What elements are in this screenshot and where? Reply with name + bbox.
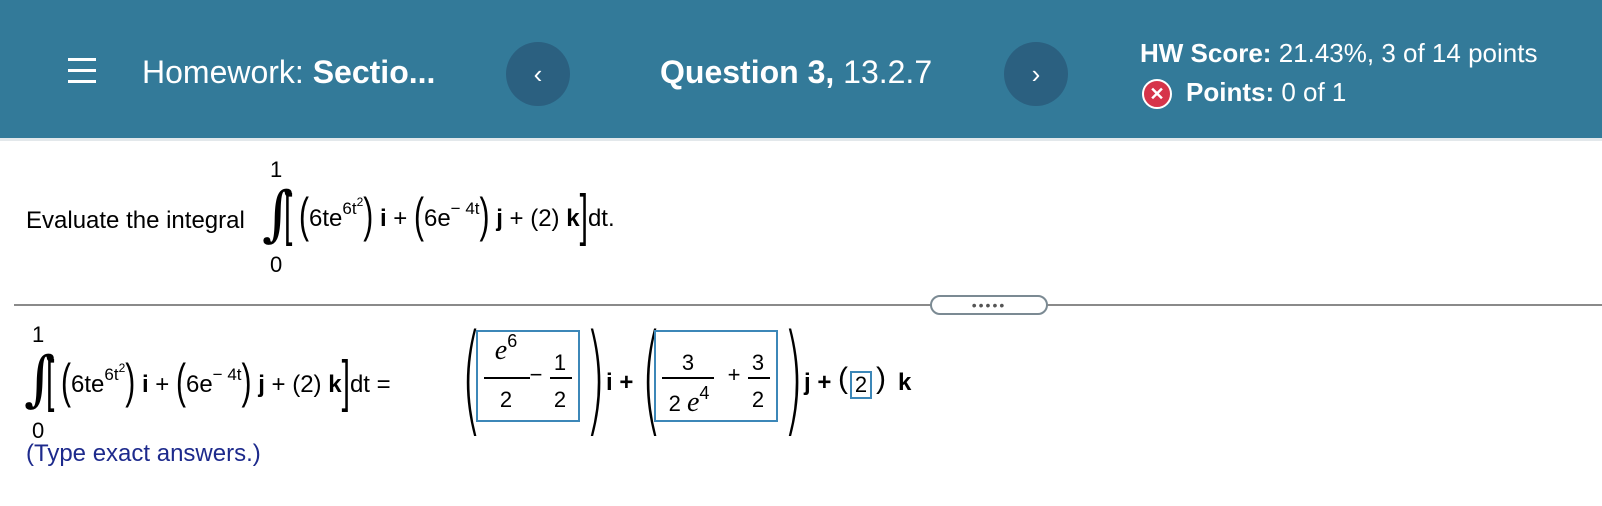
term2-coef: 6e <box>423 205 451 232</box>
answer-integrand: [ (6te6t2) i + (6e− 4t) j + (2) k]dt = <box>46 350 391 414</box>
header-shadow <box>0 138 1602 141</box>
i-den1: 2 <box>499 387 513 412</box>
unit-k: k <box>566 205 580 232</box>
k-right-paren: ) <box>876 362 886 395</box>
term3: (2) <box>530 205 560 232</box>
j-plus-label: j + <box>804 369 832 396</box>
j-frac1-line <box>662 377 714 379</box>
points-label: Points: <box>1186 77 1275 107</box>
points-value: 0 of 1 <box>1281 77 1347 107</box>
homework-label: Homework: <box>142 54 304 90</box>
i-num1: e6 <box>494 331 518 366</box>
unit-i: i <box>379 205 387 232</box>
i-frac2-line <box>550 377 572 379</box>
i-num2: 1 <box>553 350 567 375</box>
k-component-input[interactable]: 2 <box>850 371 872 399</box>
menu-icon[interactable] <box>68 58 96 86</box>
question-id: 13.2.7 <box>843 54 933 90</box>
term1-exp-square: 2 <box>356 195 364 209</box>
question-points: Points: 0 of 1 <box>1186 77 1346 108</box>
previous-question-button[interactable]: ‹ <box>506 42 570 106</box>
hw-score: HW Score: 21.43%, 3 of 14 points <box>1140 38 1537 69</box>
differential: dt. <box>587 205 615 232</box>
question-integrand: [ (6te6t2) i + (6e− 4t) j + (2) k]dt. <box>284 184 615 248</box>
j-den1: 2 e4 <box>668 383 710 418</box>
answer-hint: (Type exact answers.) <box>26 440 261 467</box>
chevron-right-icon: › <box>1031 58 1041 89</box>
term2-exp: − 4t <box>450 199 480 218</box>
j-num2: 3 <box>751 350 765 375</box>
i-plus-label: i + <box>606 369 634 396</box>
question-label: Question 3, <box>660 54 835 90</box>
j-frac2-line <box>748 377 770 379</box>
j-plus: + <box>727 362 741 387</box>
question-prompt: Evaluate the integral <box>26 207 245 234</box>
i-right-paren: ) <box>584 310 606 449</box>
question-title: Question 3, 13.2.7 <box>660 54 932 91</box>
j-right-paren: ) <box>782 310 804 449</box>
lower-limit: 0 <box>270 252 283 277</box>
score-label: HW Score: <box>1140 38 1272 68</box>
term1-coef: 6te <box>309 205 343 232</box>
homework-title: Homework: Sectio... <box>142 54 435 91</box>
i-minus: − <box>529 362 543 387</box>
next-question-button[interactable]: › <box>1004 42 1068 106</box>
j-num1: 3 <box>681 350 695 375</box>
term1-exp: 6t <box>342 199 357 218</box>
homework-name[interactable]: Sectio... <box>313 54 436 90</box>
i-den2: 2 <box>553 387 567 412</box>
k-left-paren: ( <box>838 362 848 395</box>
j-den2: 2 <box>751 387 765 412</box>
chevron-left-icon: ‹ <box>533 58 543 89</box>
section-divider <box>14 304 1602 306</box>
top-bar: Homework: Sectio... ‹ Question 3, 13.2.7… <box>0 0 1602 138</box>
k-label: k <box>898 369 912 396</box>
score-value: 21.43%, 3 of 14 points <box>1278 38 1538 68</box>
unit-j: j <box>496 205 503 232</box>
resize-handle[interactable]: ••••• <box>930 295 1048 315</box>
incorrect-x-icon: ✕ <box>1142 79 1172 109</box>
